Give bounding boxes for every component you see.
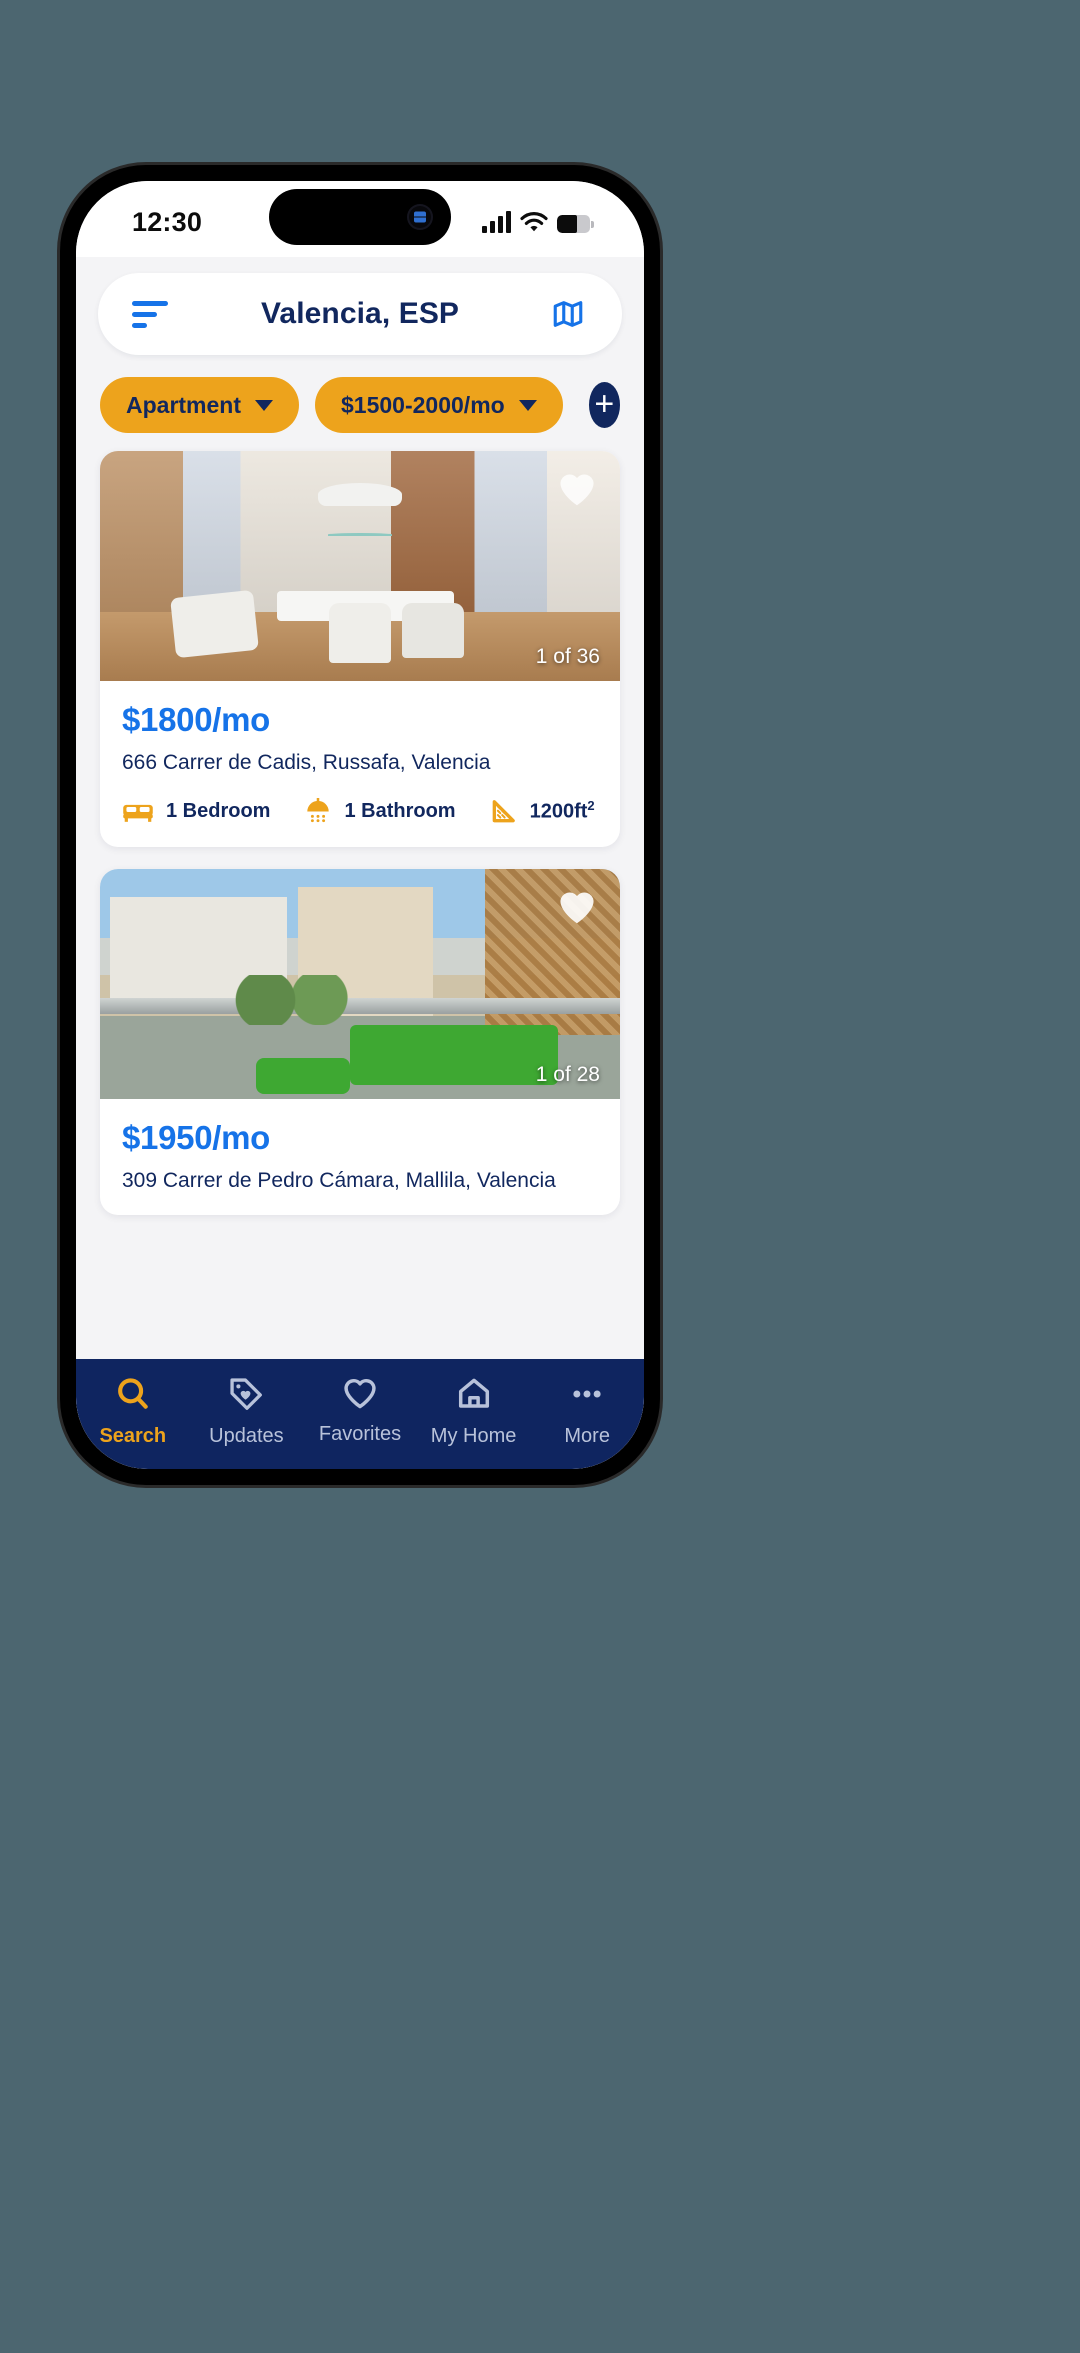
nav-item-updates[interactable]: Updates xyxy=(190,1375,304,1448)
tag-heart-icon xyxy=(230,1378,263,1410)
status-time: 12:30 xyxy=(132,207,203,237)
filter-chip-label: $1500-2000/mo xyxy=(341,391,505,418)
listing-address: 309 Carrer de Pedro Cámara, Mallila, Val… xyxy=(122,1169,556,1192)
nav-item-my-home[interactable]: My Home xyxy=(417,1375,531,1448)
add-filter-button[interactable]: + xyxy=(588,382,620,428)
listing-list: 1 of 36 $1800/mo 666 Carrer de Cadis, Ru… xyxy=(76,451,644,1215)
favorite-heart-icon[interactable] xyxy=(556,887,598,930)
photo-counter: 1 of 28 xyxy=(535,1063,600,1086)
app-content: Valencia, ESP Apartment $1500-2000/mo + … xyxy=(76,273,644,1469)
nav-label: More xyxy=(564,1425,610,1447)
filter-chip-property-type[interactable]: Apartment xyxy=(100,377,300,433)
bed-icon xyxy=(123,804,153,822)
sort-filter-icon[interactable] xyxy=(132,300,172,328)
amenity-bathrooms: 1 Bathroom xyxy=(304,797,456,825)
home-icon xyxy=(458,1378,489,1408)
listing-price: $1800/mo xyxy=(122,701,271,738)
screenshot-stage: 12:30 Valencia, ESP Apartment $1500-2000… xyxy=(0,0,1080,2353)
listing-photo[interactable]: 1 of 36 xyxy=(100,451,620,681)
photo-counter: 1 of 36 xyxy=(535,645,600,668)
wifi-icon xyxy=(520,211,548,232)
status-bar: 12:30 xyxy=(76,181,644,257)
battery-icon xyxy=(557,215,590,233)
cellular-signal-icon xyxy=(482,211,511,233)
listing-details: $1800/mo 666 Carrer de Cadis, Russafa, V… xyxy=(100,681,620,847)
listing-price: $1950/mo xyxy=(122,1119,271,1156)
amenity-bedrooms: 1 Bedroom xyxy=(122,798,270,824)
amenity-label: 1 Bedroom xyxy=(166,799,271,822)
nav-item-search[interactable]: Search xyxy=(76,1375,190,1448)
bottom-navigation-bar: Search Updates Favorites My Home More xyxy=(76,1359,644,1469)
amenity-area: 1200ft2 xyxy=(490,797,595,825)
nav-label: My Home xyxy=(430,1425,517,1447)
phone-screen: 12:30 Valencia, ESP Apartment $1500-2000… xyxy=(76,181,644,1469)
nav-item-more[interactable]: More xyxy=(530,1375,644,1448)
page-title: Valencia, ESP xyxy=(260,297,460,330)
ruler-icon xyxy=(492,800,515,823)
listing-amenities: 1 Bedroom 1 Bathroom 1200ft2 xyxy=(122,797,598,825)
dynamic-island xyxy=(269,189,451,245)
listing-card[interactable]: 1 of 28 $1950/mo 309 Carrer de Pedro Cám… xyxy=(100,869,620,1215)
amenity-label: 1 Bathroom xyxy=(344,799,456,822)
shower-icon xyxy=(307,798,330,823)
filter-chip-price-range[interactable]: $1500-2000/mo xyxy=(315,377,563,433)
status-icons xyxy=(482,205,594,233)
listing-card[interactable]: 1 of 36 $1800/mo 666 Carrer de Cadis, Ru… xyxy=(100,451,620,847)
filter-chip-label: Apartment xyxy=(126,391,242,418)
search-icon xyxy=(117,1378,148,1409)
heart-icon xyxy=(344,1379,376,1409)
favorite-heart-icon[interactable] xyxy=(556,469,598,512)
nav-item-favorites[interactable]: Favorites xyxy=(303,1375,417,1446)
filter-chip-row: Apartment $1500-2000/mo + xyxy=(76,355,644,451)
map-icon[interactable] xyxy=(548,295,588,333)
nav-label: Search xyxy=(99,1425,167,1447)
front-camera-icon xyxy=(407,204,433,230)
phone-frame: 12:30 Valencia, ESP Apartment $1500-2000… xyxy=(60,165,660,1485)
nav-label: Favorites xyxy=(318,1423,402,1445)
listing-photo[interactable]: 1 of 28 xyxy=(100,869,620,1099)
nav-label: Updates xyxy=(209,1425,284,1447)
amenity-label: 1200ft2 xyxy=(529,798,595,823)
chevron-down-icon xyxy=(255,399,274,411)
chevron-down-icon xyxy=(518,399,537,411)
ellipsis-icon xyxy=(573,1390,601,1398)
listing-details: $1950/mo 309 Carrer de Pedro Cámara, Mal… xyxy=(100,1099,620,1215)
search-header-bar[interactable]: Valencia, ESP xyxy=(98,273,622,355)
listing-address: 666 Carrer de Cadis, Russafa, Valencia xyxy=(122,751,491,774)
